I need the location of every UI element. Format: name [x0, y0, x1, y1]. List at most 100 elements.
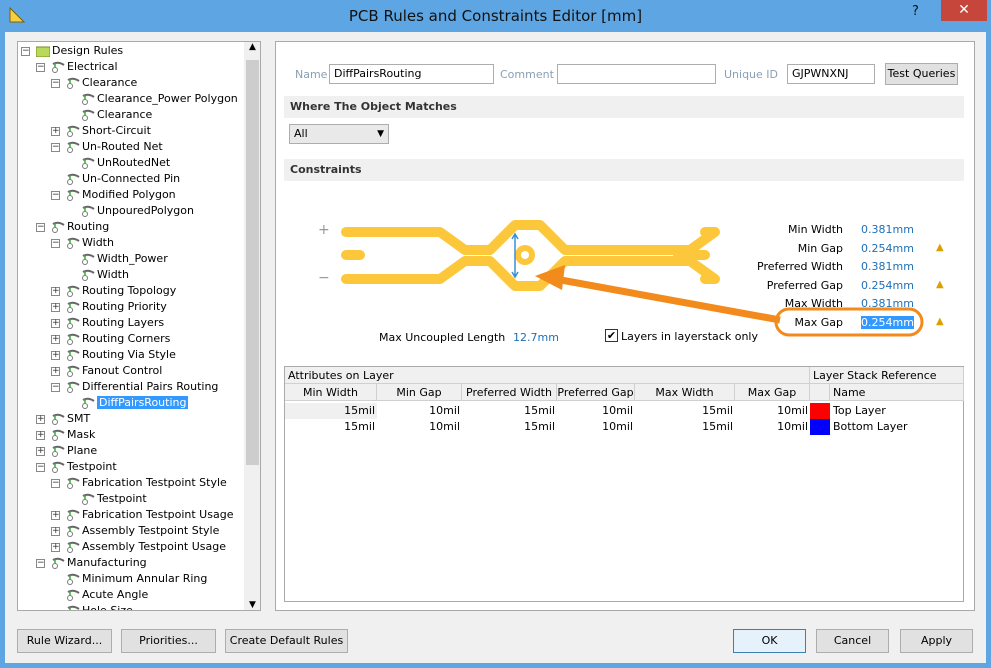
help-button[interactable]: ?	[912, 4, 919, 19]
scroll-down-icon[interactable]: ▼	[244, 600, 260, 610]
ok-button[interactable]: OK	[733, 629, 806, 653]
tree-item[interactable]: Fabrication Testpoint Style	[66, 475, 227, 491]
constraint-value[interactable]: 0.254mm	[861, 242, 914, 255]
tree-item[interactable]: Manufacturing	[51, 555, 147, 571]
column-header[interactable]: Max Gap	[735, 384, 810, 401]
tree-item[interactable]: Design Rules	[35, 43, 123, 59]
table-cell[interactable]: 10mil	[557, 403, 635, 419]
close-button[interactable]: ✕	[941, 0, 987, 21]
tree-item[interactable]: Routing Layers	[66, 315, 164, 331]
tree-item[interactable]: Width_Power	[81, 251, 168, 267]
expand-toggle[interactable]: +	[36, 431, 45, 440]
tree-item[interactable]: Clearance_Power Polygon	[81, 91, 238, 107]
tree-item[interactable]: SMT	[51, 411, 90, 427]
tree-scrollbar[interactable]: ▲ ▼	[244, 42, 260, 610]
apply-button[interactable]: Apply	[900, 629, 973, 653]
tree-item[interactable]: Minimum Annular Ring	[66, 571, 207, 587]
table-cell[interactable]: 10mil	[377, 419, 462, 435]
collapse-toggle[interactable]: −	[21, 47, 30, 56]
constraint-value[interactable]: 0.254mm	[861, 315, 914, 329]
column-header[interactable]: Min Gap	[377, 384, 462, 401]
expand-toggle[interactable]: +	[36, 415, 45, 424]
tree-item[interactable]: Testpoint	[51, 459, 117, 475]
comment-input[interactable]	[557, 64, 716, 84]
collapse-toggle[interactable]: −	[51, 79, 60, 88]
table-cell[interactable]: 15mil	[285, 403, 377, 419]
collapse-toggle[interactable]: −	[36, 559, 45, 568]
collapse-toggle[interactable]: −	[36, 223, 45, 232]
expand-toggle[interactable]: +	[51, 127, 60, 136]
unique-id-input[interactable]: GJPWNXNJ	[787, 64, 875, 84]
tree-item[interactable]: Fabrication Testpoint Usage	[66, 507, 233, 523]
scope-select[interactable]: All ▼	[289, 124, 389, 144]
create-default-rules-button[interactable]: Create Default Rules	[225, 629, 348, 653]
column-header[interactable]: Preferred Width	[462, 384, 557, 401]
tree-item[interactable]: UnpouredPolygon	[81, 203, 194, 219]
priorities-button[interactable]: Priorities...	[121, 629, 216, 653]
rules-tree[interactable]: − Design Rules − Electrical − Clearance Cleara…	[17, 41, 261, 611]
tree-item[interactable]: Routing Corners	[66, 331, 170, 347]
constraint-value[interactable]: 0.254mm	[861, 279, 914, 292]
expand-toggle[interactable]: +	[36, 447, 45, 456]
collapse-toggle[interactable]: −	[36, 63, 45, 72]
collapse-toggle[interactable]: −	[51, 191, 60, 200]
expand-toggle[interactable]: +	[51, 511, 60, 520]
tree-item[interactable]: Assembly Testpoint Style	[66, 523, 219, 539]
column-header[interactable]: Preferred Gap	[557, 384, 635, 401]
tree-item[interactable]: DiffPairsRouting	[81, 395, 189, 411]
column-header[interactable]: Min Width	[285, 384, 377, 401]
expand-toggle[interactable]: +	[51, 303, 60, 312]
layers-only-checkbox[interactable]: ✔	[605, 329, 618, 342]
name-input[interactable]: DiffPairsRouting	[329, 64, 494, 84]
expand-toggle[interactable]: +	[51, 527, 60, 536]
expand-toggle[interactable]: +	[51, 543, 60, 552]
tree-item[interactable]: Differential Pairs Routing	[66, 379, 218, 395]
collapse-toggle[interactable]: −	[36, 463, 45, 472]
tree-item[interactable]: Width	[81, 267, 129, 283]
collapse-toggle[interactable]: −	[51, 383, 60, 392]
scroll-up-icon[interactable]: ▲	[244, 42, 260, 52]
tree-item[interactable]: Routing Via Style	[66, 347, 176, 363]
constraint-value[interactable]: 0.381mm	[861, 223, 914, 236]
expand-toggle[interactable]: +	[51, 351, 60, 360]
collapse-toggle[interactable]: −	[51, 143, 60, 152]
tree-item[interactable]: Testpoint	[81, 491, 147, 507]
table-cell[interactable]: 15mil	[635, 419, 735, 435]
max-uncoupled-value[interactable]: 12.7mm	[513, 331, 559, 344]
table-cell[interactable]: 15mil	[462, 403, 557, 419]
tree-item[interactable]: Un-Connected Pin	[66, 171, 180, 187]
table-cell[interactable]: 15mil	[635, 403, 735, 419]
tree-item[interactable]: Width	[66, 235, 114, 251]
rule-wizard-button[interactable]: Rule Wizard...	[17, 629, 112, 653]
column-header[interactable]: Max Width	[635, 384, 735, 401]
constraint-value[interactable]: 0.381mm	[861, 297, 914, 310]
table-cell[interactable]: 15mil	[462, 419, 557, 435]
tree-item[interactable]: Clearance	[66, 75, 137, 91]
tree-item[interactable]: Fanout Control	[66, 363, 162, 379]
collapse-toggle[interactable]: −	[51, 479, 60, 488]
tree-item[interactable]: Un-Routed Net	[66, 139, 163, 155]
tree-item[interactable]: Acute Angle	[66, 587, 148, 603]
expand-toggle[interactable]: +	[51, 319, 60, 328]
table-cell[interactable]: 10mil	[557, 419, 635, 435]
table-cell[interactable]: 10mil	[735, 403, 810, 419]
tree-item[interactable]: Plane	[51, 443, 97, 459]
tree-item[interactable]: Electrical	[51, 59, 118, 75]
test-queries-button[interactable]: Test Queries	[885, 63, 958, 85]
tree-item[interactable]: Assembly Testpoint Usage	[66, 539, 226, 555]
table-cell[interactable]: 15mil	[285, 419, 377, 435]
cancel-button[interactable]: Cancel	[816, 629, 889, 653]
table-cell[interactable]: 10mil	[377, 403, 462, 419]
tree-item[interactable]: Modified Polygon	[66, 187, 176, 203]
tree-item[interactable]: UnRoutedNet	[81, 155, 170, 171]
tree-item[interactable]: Routing Priority	[66, 299, 167, 315]
collapse-toggle[interactable]: −	[51, 239, 60, 248]
constraint-value[interactable]: 0.381mm	[861, 260, 914, 273]
expand-toggle[interactable]: +	[51, 287, 60, 296]
scroll-thumb[interactable]	[246, 60, 259, 465]
tree-item[interactable]: Routing Topology	[66, 283, 176, 299]
column-header[interactable]: Name	[830, 384, 964, 401]
tree-item[interactable]: Clearance	[81, 107, 152, 123]
expand-toggle[interactable]: +	[51, 367, 60, 376]
tree-item[interactable]: Hole Size	[66, 603, 133, 610]
